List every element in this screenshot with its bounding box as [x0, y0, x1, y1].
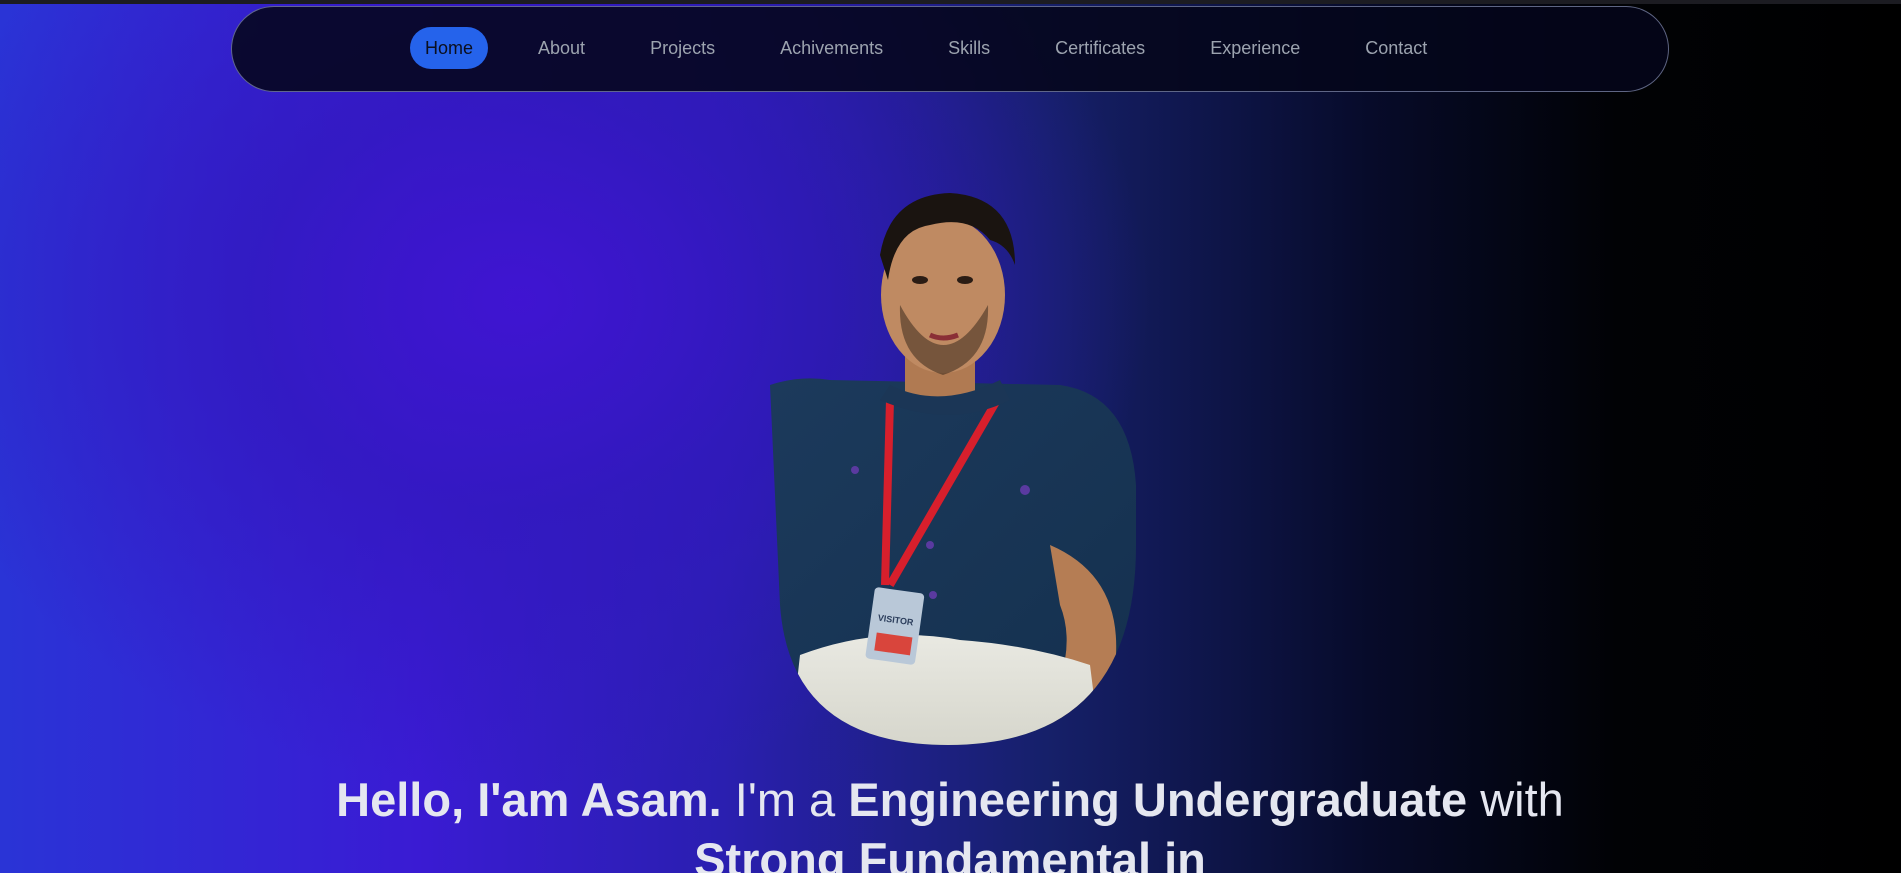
headline-strength: Strong Fundamental in — [694, 833, 1206, 873]
profile-photo: VISITOR — [770, 193, 1136, 745]
headline-connector-2: with — [1467, 773, 1564, 826]
headline-greeting: Hello, I'am Asam. — [336, 773, 722, 826]
nav-menu: Home About Projects Achivements Skills C… — [410, 26, 1477, 70]
nav-item-contact[interactable]: Contact — [1350, 27, 1442, 69]
window-top-border — [0, 0, 1901, 4]
hero-headline: Hello, I'am Asam. I'm a Engineering Unde… — [300, 770, 1600, 873]
headline-role: Engineering Undergraduate — [848, 773, 1468, 826]
nav-item-experience[interactable]: Experience — [1195, 27, 1315, 69]
nav-item-achivements[interactable]: Achivements — [765, 27, 898, 69]
nav-item-about[interactable]: About — [523, 27, 600, 69]
headline-connector-1: I'm a — [721, 773, 849, 826]
nav-item-certificates[interactable]: Certificates — [1040, 27, 1160, 69]
nav-item-projects[interactable]: Projects — [635, 27, 730, 69]
main-navbar: Home About Projects Achivements Skills C… — [231, 6, 1669, 92]
nav-item-home[interactable]: Home — [410, 27, 489, 69]
page-background: Home About Projects Achivements Skills C… — [0, 0, 1901, 873]
nav-item-skills[interactable]: Skills — [933, 27, 1005, 69]
